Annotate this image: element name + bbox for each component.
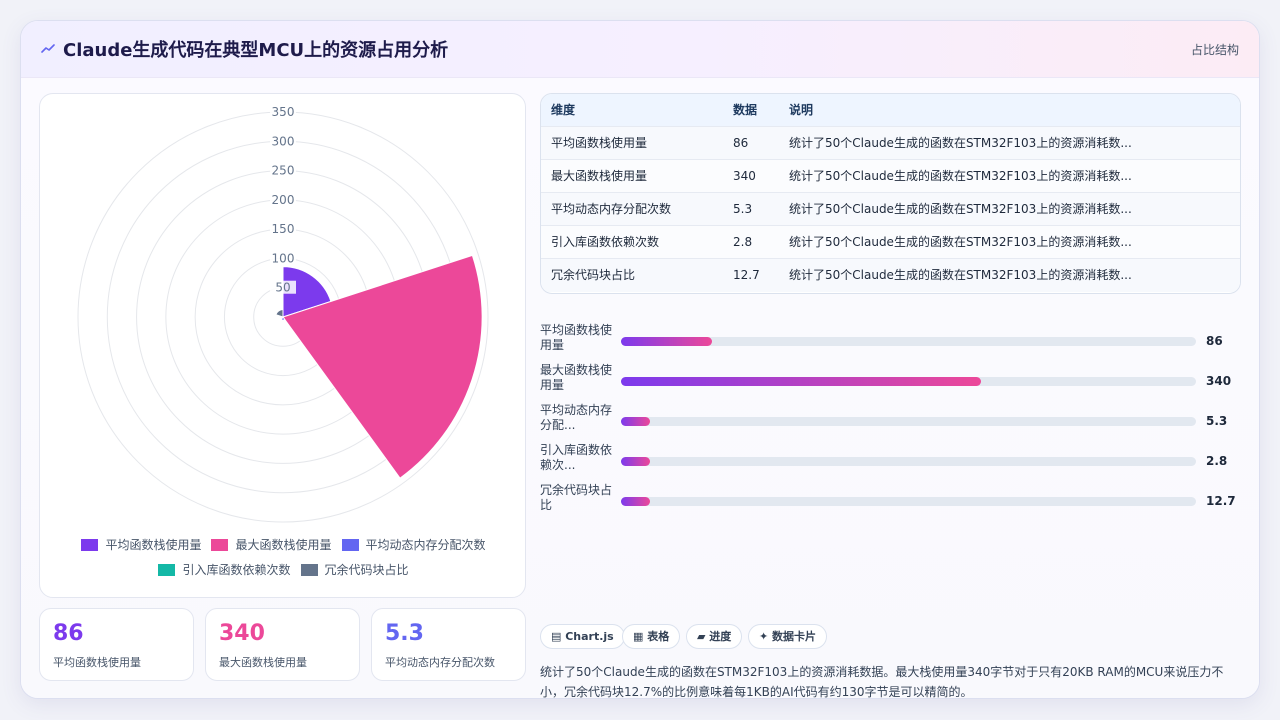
legend-swatch — [211, 538, 229, 551]
table-cell-dimension: 最大函数栈使用量 — [551, 169, 648, 183]
chip-chartjs[interactable]: ▤ Chart.js — [540, 624, 625, 649]
table-cell-value: 5.3 — [733, 202, 753, 216]
progress-value: 86 — [1206, 334, 1223, 348]
progress-value: 340 — [1206, 374, 1232, 388]
progress-fill — [621, 417, 650, 426]
polar-wedge-5[interactable] — [275, 309, 284, 318]
page-title: Claude生成代码在典型MCU上的资源占用分析 — [63, 40, 449, 61]
progress-fill — [621, 377, 981, 386]
progress-track — [621, 497, 1196, 506]
legend-item[interactable]: 最大函数栈使用量 — [211, 536, 332, 553]
polar-chart-panel: 50 100 150 200 250 300 350 平均函数栈使用量 最大函数栈使用量 平均动… — [39, 93, 526, 598]
table-row: 平均函数栈使用量 86 统计了50个Claude生成的函数在STM32F103上… — [541, 127, 1240, 160]
legend-item[interactable]: 平均动态内存分配次数 — [341, 536, 486, 553]
r-tick-label: 150 — [272, 222, 295, 236]
data-table: 维度 数据 说明 平均函数栈使用量 86 统计了50个Claude生成的函数在S… — [540, 93, 1241, 294]
dashboard-card: Claude生成代码在典型MCU上的资源占用分析 占比结构 50 100 150 20… — [20, 20, 1260, 699]
progress-track — [621, 377, 1196, 386]
progress-row: 平均动态内存 分配... 5.3 — [540, 403, 1245, 439]
table-header-description: 说明 — [789, 103, 814, 117]
legend-label: 冗余代码块占比 — [324, 563, 409, 577]
progress-fill — [621, 497, 650, 506]
content-area: 50 100 150 200 250 300 350 平均函数栈使用量 最大函数栈使用量 平均动… — [21, 78, 1259, 699]
stat-label: 最大函数栈使用量 — [219, 656, 307, 669]
progress-label: 最大函数栈使 用量 — [540, 363, 613, 392]
chart-type-label[interactable]: 占比结构 — [1191, 41, 1239, 58]
progress-row: 最大函数栈使 用量 340 — [540, 363, 1245, 399]
table-cell-dimension: 引入库函数依赖次数 — [551, 235, 660, 249]
table-cell-description: 统计了50个Claude生成的函数在STM32F103上的资源消耗数... — [789, 202, 1132, 216]
table-row: 引入库函数依赖次数 2.8 统计了50个Claude生成的函数在STM32F10… — [541, 226, 1240, 259]
legend-item[interactable]: 冗余代码块占比 — [300, 561, 409, 578]
legend-item[interactable]: 引入库函数依赖次数 — [158, 561, 291, 578]
stat-value: 86 — [53, 621, 84, 646]
r-tick-label: 300 — [272, 134, 295, 148]
header-bar: Claude生成代码在典型MCU上的资源占用分析 占比结构 — [21, 21, 1259, 78]
table-cell-description: 统计了50个Claude生成的函数在STM32F103上的资源消耗数... — [789, 268, 1132, 282]
progress-label: 引入库函数依 赖次... — [540, 443, 613, 472]
legend-swatch — [158, 563, 176, 576]
table-header-row: 维度 数据 说明 — [541, 94, 1240, 127]
stat-card-avg-stack: 86 平均函数栈使用量 — [39, 608, 194, 681]
stat-card-max-stack: 340 最大函数栈使用量 — [205, 608, 360, 681]
table-cell-description: 统计了50个Claude生成的函数在STM32F103上的资源消耗数... — [789, 136, 1132, 150]
legend-item[interactable]: 平均函数栈使用量 — [81, 536, 201, 553]
progress-label: 平均动态内存 分配... — [540, 403, 613, 432]
summary-note: 统计了50个Claude生成的函数在STM32F103上的资源消耗数据。最大栈使… — [540, 665, 1224, 699]
legend-label: 平均函数栈使用量 — [105, 538, 202, 552]
table-cell-value: 340 — [733, 169, 756, 183]
legend-swatch — [81, 538, 99, 551]
stat-value: 5.3 — [385, 621, 424, 646]
stat-label: 平均函数栈使用量 — [53, 656, 141, 669]
r-tick-label: 50 — [275, 281, 290, 295]
chart-legend: 平均函数栈使用量 最大函数栈使用量 平均动态内存分配次数引入库函数依赖次数 冗余代码块… — [60, 536, 507, 578]
stat-card-malloc-count: 5.3 平均动态内存分配次数 — [371, 608, 526, 681]
r-tick-label: 100 — [272, 251, 295, 265]
legend-label: 最大函数栈使用量 — [235, 538, 332, 552]
legend-swatch — [341, 538, 359, 551]
r-tick-label: 250 — [272, 164, 295, 178]
progress-fill — [621, 337, 713, 346]
table-cell-dimension: 平均函数栈使用量 — [551, 136, 648, 150]
progress-value: 12.7 — [1206, 494, 1236, 508]
stat-label: 平均动态内存分配次数 — [385, 656, 495, 669]
table-row: 最大函数栈使用量 340 统计了50个Claude生成的函数在STM32F103… — [541, 160, 1240, 193]
table-header-dimension: 维度 — [551, 103, 576, 117]
chart-line-icon — [41, 44, 55, 53]
table-cell-value: 86 — [733, 136, 749, 150]
progress-value: 5.3 — [1206, 414, 1228, 428]
table-cell-description: 统计了50个Claude生成的函数在STM32F103上的资源消耗数... — [789, 169, 1132, 183]
r-tick-label: 350 — [272, 105, 295, 119]
table-header-value: 数据 — [733, 103, 758, 117]
legend-label: 平均动态内存分配次数 — [365, 538, 486, 552]
chip-progress[interactable]: ▰ 进度 — [686, 624, 743, 649]
progress-row: 平均函数栈使 用量 86 — [540, 323, 1245, 359]
table-cell-description: 统计了50个Claude生成的函数在STM32F103上的资源消耗数... — [789, 235, 1132, 249]
progress-label: 平均函数栈使 用量 — [540, 323, 613, 352]
progress-track — [621, 457, 1196, 466]
legend-label: 引入库函数依赖次数 — [182, 563, 291, 577]
table-cell-dimension: 平均动态内存分配次数 — [551, 202, 672, 216]
progress-fill — [621, 457, 650, 466]
table-row: 冗余代码块占比 12.7 统计了50个Claude生成的函数在STM32F103… — [541, 259, 1240, 292]
table-row: 平均动态内存分配次数 5.3 统计了50个Claude生成的函数在STM32F1… — [541, 193, 1240, 226]
progress-track — [621, 337, 1196, 346]
polar-area-chart[interactable]: 50 100 150 200 250 300 350 — [40, 94, 527, 524]
table-cell-value: 2.8 — [733, 235, 753, 249]
progress-track — [621, 417, 1196, 426]
legend-swatch — [300, 563, 318, 576]
progress-label: 冗余代码块占比 — [540, 483, 613, 512]
r-tick-label: 200 — [272, 193, 295, 207]
progress-value: 2.8 — [1206, 454, 1228, 468]
chip-data-card[interactable]: ✦ 数据卡片 — [748, 624, 828, 649]
progress-row: 引入库函数依 赖次... 2.8 — [540, 443, 1245, 479]
table-cell-value: 12.7 — [733, 268, 760, 282]
stat-value: 340 — [219, 621, 265, 646]
progress-row: 冗余代码块占比 12.7 — [540, 483, 1245, 519]
chip-table[interactable]: ▦ 表格 — [622, 624, 681, 649]
table-cell-dimension: 冗余代码块占比 — [551, 268, 636, 282]
